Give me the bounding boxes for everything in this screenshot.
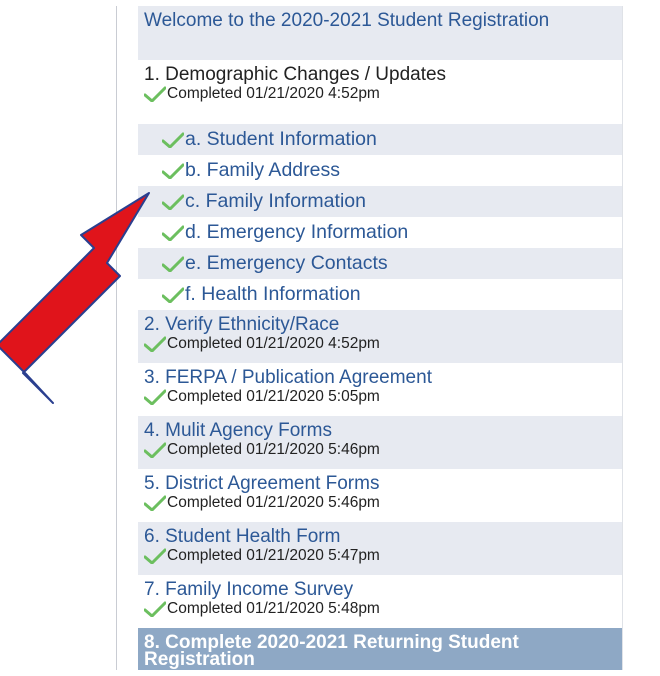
red-arrow-icon <box>0 192 150 404</box>
